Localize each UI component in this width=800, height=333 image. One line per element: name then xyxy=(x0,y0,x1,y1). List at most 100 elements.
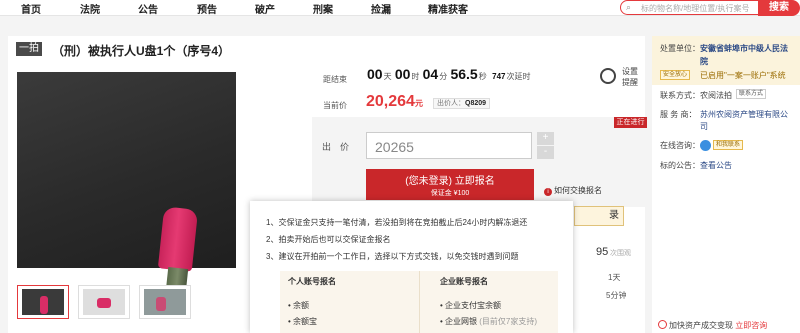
personal-account-heading: 个人账号报名 xyxy=(288,277,336,286)
delay-period-value: 5分钟 xyxy=(606,291,627,300)
status-badge: 正在进行 xyxy=(614,117,647,128)
countdown-label: 距结束 xyxy=(323,75,347,84)
current-price-value: 20,264 xyxy=(366,93,415,110)
contact-label: 联系方式： xyxy=(660,91,700,100)
thumbnail-1[interactable] xyxy=(17,285,69,319)
current-price-label: 当前价 xyxy=(323,101,347,110)
search-input[interactable]: ⌕ 标的物名称/地理位置/执行案号 xyxy=(620,0,760,15)
login-button[interactable]: 录 xyxy=(574,206,624,226)
personal-method-yuebao: • 余额宝 xyxy=(288,317,318,326)
countdown-minutes: 04 xyxy=(422,66,439,82)
disposal-unit-label: 处置单位： xyxy=(660,44,700,53)
countdown-days: 00 xyxy=(367,66,383,82)
contact-value: 农阅法拍 xyxy=(700,91,732,100)
consult-icon xyxy=(658,320,667,329)
nav-item-bankruptcy[interactable]: 破产 xyxy=(255,1,275,16)
safety-text: 已启用"一案一账户"系统 xyxy=(700,71,786,80)
thumbnail-usb xyxy=(97,298,111,308)
contact-button[interactable]: 联系方式 xyxy=(736,89,767,99)
company-method-bank-text: 企业网银 xyxy=(445,317,478,326)
service-provider-value-2[interactable]: 司 xyxy=(700,121,708,132)
view-notice-link[interactable]: 查看公告 xyxy=(700,160,732,171)
bidder-label: 出价人： xyxy=(437,100,465,107)
auction-round-tag: 一拍 xyxy=(16,42,42,56)
bidder-id: Q8209 xyxy=(465,100,487,107)
disposal-unit-value-2[interactable]: 院 xyxy=(700,56,708,67)
bid-amount-input[interactable]: 20265 xyxy=(366,132,532,159)
bid-decrease-button[interactable]: - xyxy=(537,146,554,159)
countdown-timer: 00天 00时 04分 56.5秒 747次延时 xyxy=(366,66,531,82)
register-button-label: (您未登录) 立即报名 xyxy=(405,176,495,187)
register-button[interactable]: (您未登录) 立即报名 保证金 ¥100 xyxy=(366,169,534,200)
how-to-register-link[interactable]: i 如何交换报名 xyxy=(544,185,602,196)
nav-item-court[interactable]: 法院 xyxy=(80,1,100,16)
reminder-label: 设置 提醒 xyxy=(622,66,638,88)
consult-banner[interactable]: 加快资产成交变现 立即咨询 xyxy=(658,320,767,331)
countdown-hours: 00 xyxy=(394,66,411,82)
cycle-value: 1天 xyxy=(608,273,621,282)
nav-item-notice[interactable]: 公告 xyxy=(138,1,158,16)
company-bank-note: (目前仅7家支持) xyxy=(479,317,538,326)
notice-label: 标的公告： xyxy=(660,161,700,170)
nav-item-bargain[interactable]: 捡漏 xyxy=(371,1,391,16)
usb-drive-body xyxy=(157,206,199,272)
lot-main-photo[interactable] xyxy=(17,72,236,293)
lot-title: （刑）被执行人U盘1个（序号4） xyxy=(52,44,231,58)
page-root: 首页 法院 公告 预告 破产 刑案 捡漏 精准获客 ⌕ 标的物名称/地理位置/执… xyxy=(0,0,800,333)
nav-item-home[interactable]: 首页 xyxy=(21,1,41,16)
online-consult-label: 在线咨询： xyxy=(660,141,700,150)
days-unit: 天 xyxy=(383,72,392,81)
nav-item-criminal[interactable]: 刑案 xyxy=(313,1,333,16)
countdown-seconds: 56.5 xyxy=(450,66,478,82)
service-provider-label: 服 务 商： xyxy=(660,110,697,119)
company-method-alipay: • 企业支付宝余额 xyxy=(440,301,502,310)
alarm-clock-icon xyxy=(600,68,616,84)
delay-unit: 次延时 xyxy=(506,72,531,81)
company-method-alipay-text: 企业支付宝余额 xyxy=(445,301,502,310)
nav-item-preview[interactable]: 预告 xyxy=(197,1,217,16)
view-count-label: 次围观 xyxy=(610,250,631,257)
consult-link[interactable]: 立即咨询 xyxy=(735,321,767,330)
current-price: 20,264元 xyxy=(366,93,423,111)
consult-text: 加快资产成交变现 xyxy=(669,321,733,330)
minutes-unit: 分 xyxy=(439,72,448,81)
payment-method-table: 个人账号报名 企业账号报名 • 余额 • 余额宝 • 企业支付宝余额 • 企业网… xyxy=(280,271,558,333)
nav-item-customers[interactable]: 精准获客 xyxy=(428,1,468,16)
popup-rule-3: 3、建议在开拍前一个工作日，选择以下方式交钱，以免交钱时遇到问题 xyxy=(266,252,519,261)
contact-me-button[interactable]: 和我联系 xyxy=(713,140,744,150)
bid-increase-button[interactable]: + xyxy=(537,132,554,145)
hours-unit: 时 xyxy=(411,72,420,81)
personal-method-balance: • 余额 xyxy=(288,301,310,310)
view-count: 95 xyxy=(596,246,609,258)
search-button[interactable]: 搜索 xyxy=(758,0,800,16)
search-placeholder: 标的物名称/地理位置/执行案号 xyxy=(641,4,750,13)
bid-label: 出 价 xyxy=(322,142,350,152)
reminder-line-1: 设置 xyxy=(622,67,638,76)
thumbnail-image xyxy=(83,289,125,315)
thumbnail-3[interactable] xyxy=(139,285,191,319)
deposit-label: 保证金 ¥100 xyxy=(430,190,470,197)
deposit-info-popup: 1、交保证金只支持一笔付清，若没拍到将在竞拍截止后24小时内解冻退还 2、拍卖开… xyxy=(250,201,573,333)
bidder-badge: 出价人：Q8209 xyxy=(433,98,491,109)
disposal-unit-value[interactable]: 安徽省蚌埠市中级人民法 xyxy=(700,43,788,54)
top-nav: 首页 法院 公告 预告 破产 刑案 捡漏 精准获客 ⌕ 标的物名称/地理位置/执… xyxy=(0,0,800,16)
popup-rule-2: 2、拍卖开始后也可以交保证金报名 xyxy=(266,235,391,244)
service-provider-value[interactable]: 苏州农阅资产管理有限公 xyxy=(700,109,788,120)
company-account-heading: 企业账号报名 xyxy=(440,277,488,286)
info-icon: i xyxy=(544,188,552,196)
thumbnail-usb xyxy=(156,297,166,311)
table-divider xyxy=(419,271,420,333)
thumbnail-2[interactable] xyxy=(78,285,130,319)
price-unit: 元 xyxy=(414,99,423,108)
popup-rule-1: 1、交保证金只支持一笔付清，若没拍到将在竞拍截止后24小时内解冻退还 xyxy=(266,218,528,227)
company-method-bank: • 企业网银 (目前仅7家支持) xyxy=(440,317,538,326)
seconds-unit: 秒 xyxy=(478,72,487,81)
search-icon: ⌕ xyxy=(626,2,632,12)
how-to-register-text: 如何交换报名 xyxy=(554,186,602,195)
safety-badge: 安全放心 xyxy=(660,70,691,80)
thumbnail-image xyxy=(22,289,64,315)
chat-icon xyxy=(700,140,711,151)
thumbnail-image xyxy=(144,289,186,315)
reminder-line-2: 提醒 xyxy=(622,78,638,87)
delay-count: 747 xyxy=(492,72,506,81)
